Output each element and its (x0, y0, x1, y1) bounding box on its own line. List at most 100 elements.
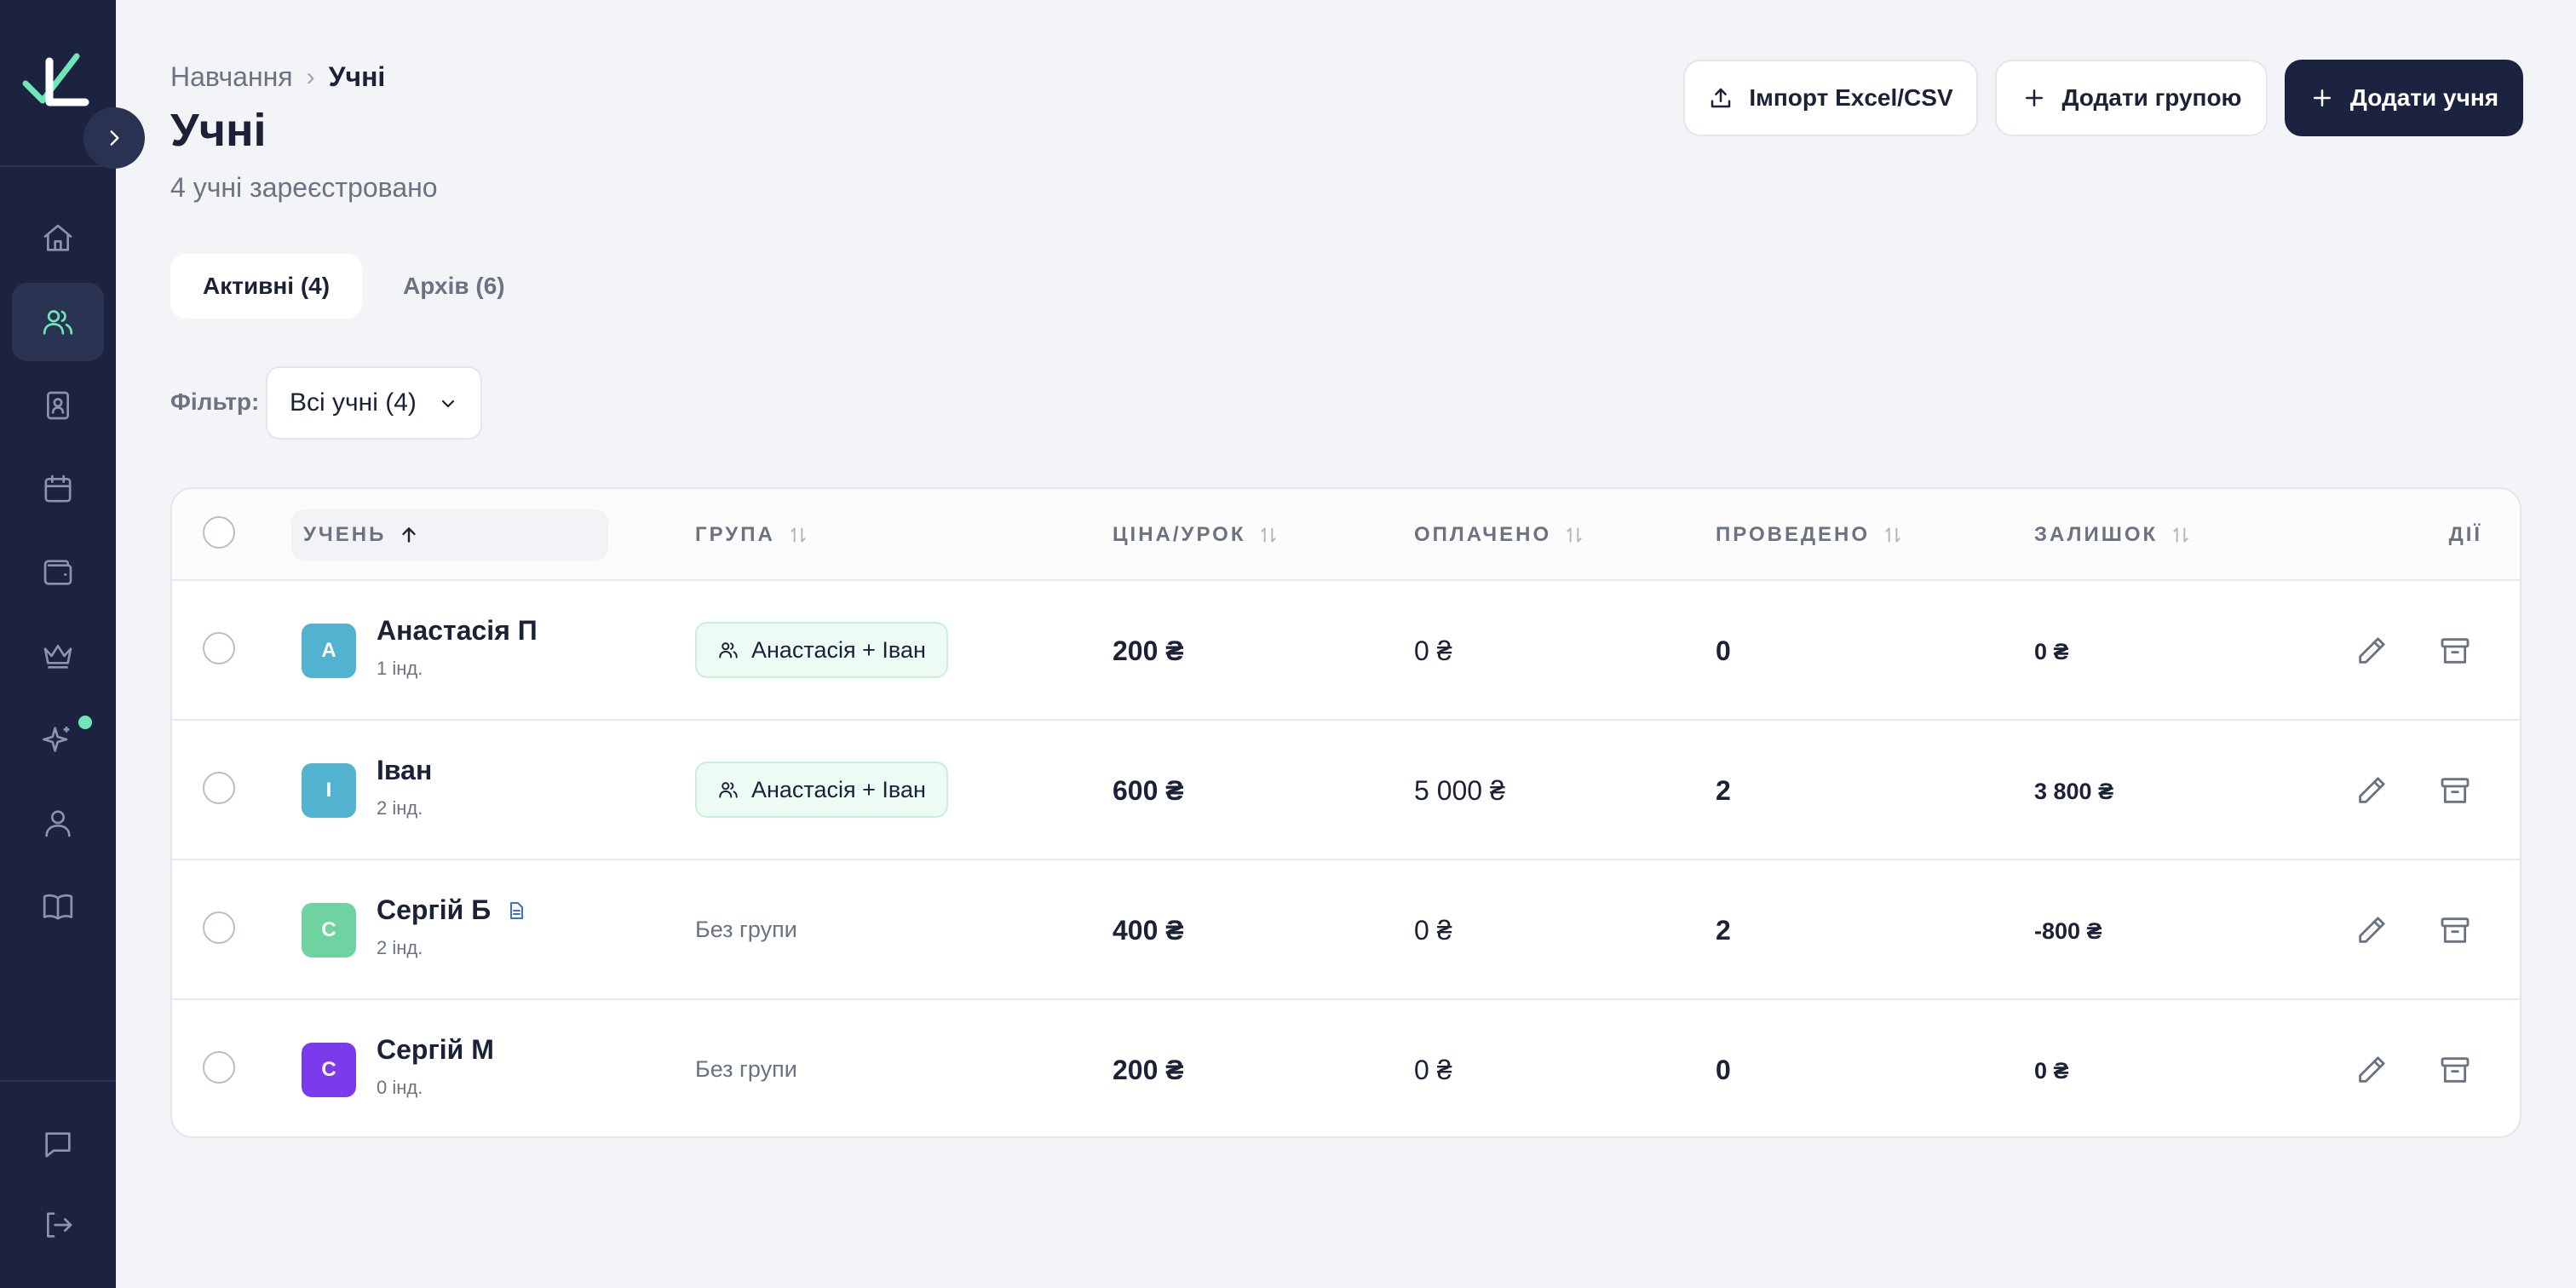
held-cell: 0 (1716, 1055, 1731, 1085)
table-row[interactable]: А Анастасія П 1 інд. Анастасія + Іван 200 ₴ 0… (172, 581, 2520, 721)
column-price-label: ЦІНА/УРОК (1113, 523, 1246, 546)
lessons-count: 2 інд. (377, 937, 423, 958)
no-group-label: Без групи (695, 1056, 797, 1082)
nav-logout[interactable] (12, 1186, 104, 1264)
select-all-checkbox[interactable] (203, 516, 235, 549)
chevron-right-icon (110, 130, 119, 146)
column-student-label: УЧЕНЬ (303, 523, 387, 546)
wallet-icon (43, 560, 72, 585)
document-icon[interactable] (506, 900, 526, 921)
column-paid-label: ОПЛАЧЕНО (1414, 523, 1552, 546)
sidebar-expand-button[interactable] (83, 107, 145, 169)
row-checkbox[interactable] (203, 772, 235, 804)
tab-archive[interactable]: Архів (6) (371, 254, 538, 319)
archive-icon[interactable] (2438, 634, 2472, 668)
lessons-count: 0 інд. (377, 1077, 423, 1098)
page-subtitle: 4 учні зареєстровано (170, 172, 438, 203)
paid-cell: 0 ₴ (1414, 915, 1452, 946)
upload-icon (1711, 88, 1731, 108)
table-row[interactable]: І Іван 2 інд. Анастасія + Іван 600 ₴ 5 000 ₴ 2… (172, 721, 2520, 860)
pencil-icon[interactable] (2355, 634, 2389, 668)
notification-dot (78, 716, 92, 729)
students-table: УЧЕНЬ ГРУПА ЦІНА/УРОК ОПЛАЧЕНО ПРОВЕДЕНО… (170, 487, 2521, 1138)
held-cell: 2 (1716, 915, 1731, 946)
checkmark-logo[interactable] (20, 46, 92, 118)
nav-contacts[interactable] (12, 366, 104, 445)
student-name-text: Іван (377, 755, 433, 785)
sidebar-divider (0, 165, 116, 167)
column-paid[interactable]: ОПЛАЧЕНО (1414, 523, 1585, 547)
nav-chat[interactable] (12, 1106, 104, 1184)
nav-premium[interactable] (12, 617, 104, 695)
column-held[interactable]: ПРОВЕДЕНО (1716, 523, 1904, 547)
nav-students[interactable] (12, 283, 104, 361)
column-student[interactable]: УЧЕНЬ (303, 523, 420, 547)
held-cell: 0 (1716, 635, 1731, 666)
nav-profile[interactable] (12, 784, 104, 862)
column-group-label: ГРУПА (695, 523, 775, 546)
user-icon (45, 810, 71, 837)
nav-ai[interactable] (12, 700, 104, 779)
filter-select[interactable]: Всі учні (4) (266, 366, 482, 440)
breadcrumb: Навчання › Учні (170, 61, 385, 93)
student-name[interactable]: Сергій М (377, 1034, 494, 1066)
price-cell: 400 ₴ (1113, 915, 1184, 946)
table-row[interactable]: С Сергій М 0 інд. Без групи 200 ₴ 0 ₴ 0 0 ₴ (172, 1000, 2520, 1136)
archive-icon[interactable] (2438, 773, 2472, 808)
nav-library[interactable] (12, 867, 104, 946)
book-icon (43, 894, 73, 920)
sidebar (0, 0, 116, 1288)
avatar: С (302, 903, 356, 957)
pencil-icon[interactable] (2355, 773, 2389, 808)
pencil-icon[interactable] (2355, 1053, 2389, 1087)
pencil-icon[interactable] (2355, 913, 2389, 947)
sort-icon (1885, 527, 1900, 543)
student-name-text: Анастасія П (377, 615, 538, 646)
archive-icon[interactable] (2438, 913, 2472, 947)
student-name[interactable]: Іван (377, 755, 432, 786)
student-name[interactable]: Анастасія П (377, 615, 538, 647)
group-chip[interactable]: Анастасія + Іван (695, 622, 948, 678)
row-checkbox[interactable] (203, 632, 235, 664)
nav-wallet[interactable] (12, 533, 104, 612)
column-price[interactable]: ЦІНА/УРОК (1113, 523, 1279, 547)
row-checkbox[interactable] (203, 911, 235, 944)
lessons-count: 1 інд. (377, 658, 423, 679)
sparkles-icon (43, 727, 70, 752)
avatar: А (302, 624, 356, 678)
add-group-button[interactable]: Додати групою (1995, 60, 2268, 136)
breadcrumb-current: Учні (328, 61, 386, 92)
archive-icon[interactable] (2438, 1053, 2472, 1087)
balance-cell: 0 ₴ (2034, 1058, 2069, 1084)
price-cell: 200 ₴ (1113, 635, 1184, 666)
sort-icon (1567, 527, 1582, 543)
avatar: І (302, 763, 356, 818)
student-name[interactable]: Сергій Б (377, 894, 526, 926)
group-chip-label: Анастасія + Іван (751, 636, 926, 663)
home-icon (43, 224, 72, 251)
student-name-text: Сергій Б (377, 894, 492, 925)
column-group[interactable]: ГРУПА (695, 523, 809, 547)
arrow-up-icon (402, 527, 417, 543)
add-group-button-label: Додати групою (2061, 84, 2242, 111)
nav-home[interactable] (12, 199, 104, 278)
import-button[interactable]: Імпорт Excel/CSV (1683, 60, 1978, 136)
breadcrumb-parent[interactable]: Навчання (170, 61, 293, 93)
logout-icon (47, 1212, 72, 1238)
add-student-button[interactable]: Додати учня (2285, 60, 2523, 136)
contact-book-icon (47, 391, 69, 420)
calendar-icon (44, 474, 72, 503)
nav-calendar[interactable] (12, 450, 104, 528)
column-balance[interactable]: ЗАЛИШОК (2034, 523, 2192, 547)
tab-active[interactable]: Активні (4) (170, 254, 363, 319)
table-row[interactable]: С Сергій Б 2 інд. Без групи 400 ₴ 0 ₴ 2 -800 ₴ (172, 860, 2520, 1000)
table-header: УЧЕНЬ ГРУПА ЦІНА/УРОК ОПЛАЧЕНО ПРОВЕДЕНО… (172, 489, 2520, 581)
group-icon (719, 642, 738, 658)
row-checkbox[interactable] (203, 1051, 235, 1084)
add-student-button-label: Додати учня (2349, 84, 2499, 111)
lessons-count: 2 інд. (377, 797, 423, 819)
group-chip[interactable]: Анастасія + Іван (695, 762, 948, 818)
balance-cell: -800 ₴ (2034, 918, 2102, 944)
avatar: С (302, 1043, 356, 1097)
column-held-label: ПРОВЕДЕНО (1716, 523, 1871, 546)
